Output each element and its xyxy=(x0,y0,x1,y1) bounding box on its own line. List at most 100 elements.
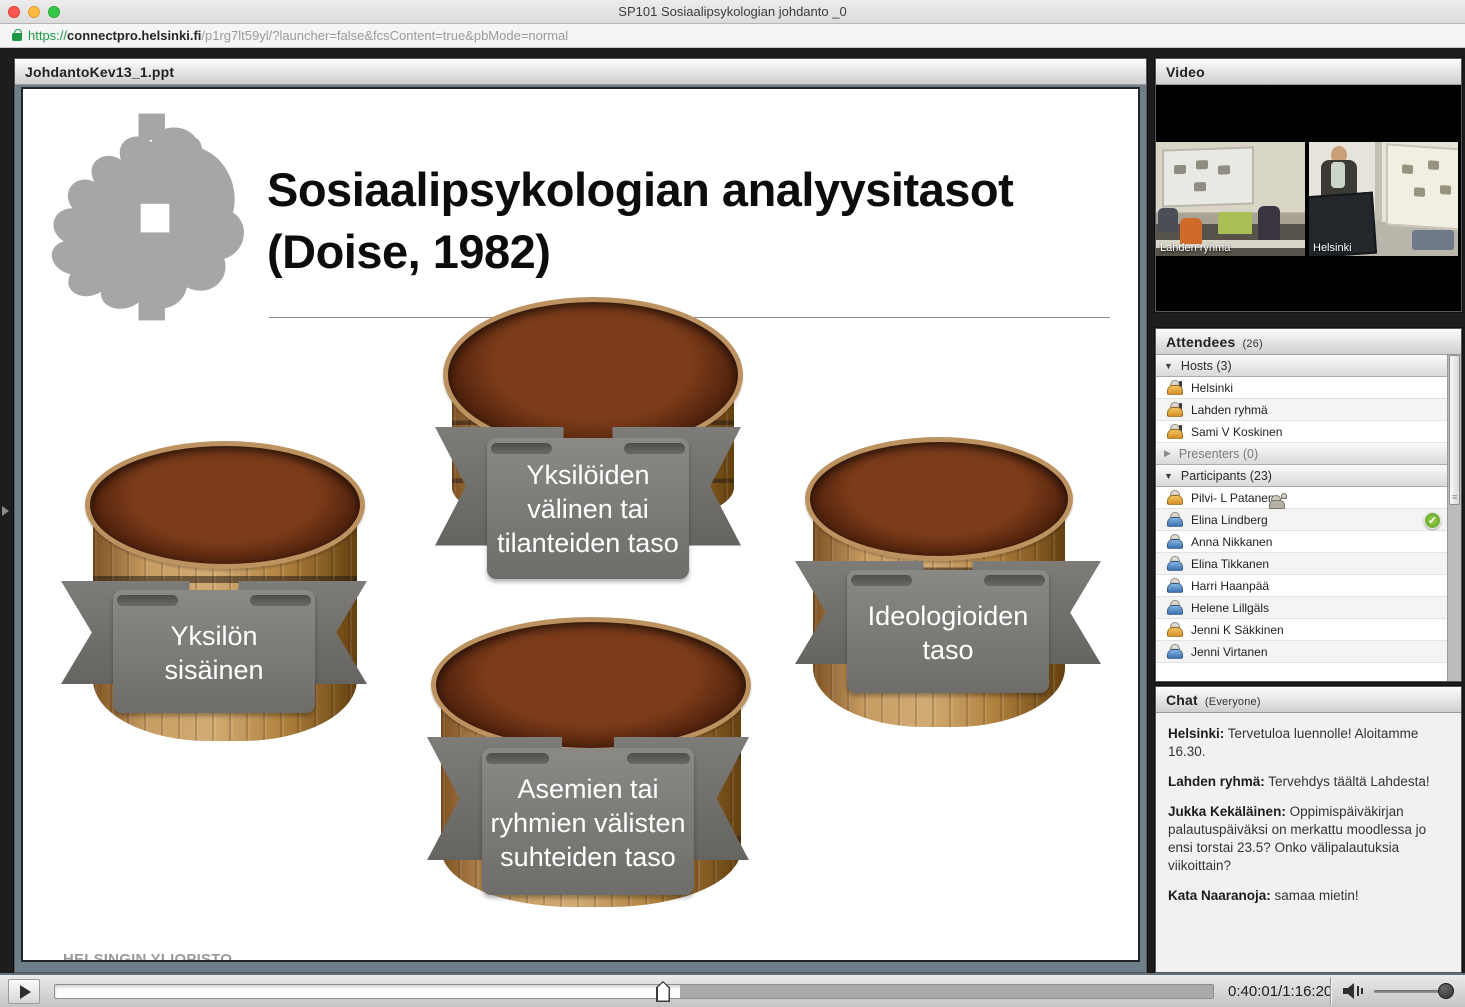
ribbon-label: Ideologioiden taso xyxy=(847,570,1049,693)
attendees-pod-title: Attendees xyxy=(1166,334,1235,350)
green-cabinet xyxy=(1218,212,1252,234)
video-feed-label: Lahden ryhmä xyxy=(1160,242,1230,254)
chat-sender: Helsinki: xyxy=(1168,726,1224,741)
zoom-window-button[interactable] xyxy=(48,6,60,18)
student xyxy=(1258,206,1280,240)
chevron-down-icon: ▼ xyxy=(1164,361,1173,371)
agree-check-icon xyxy=(1424,512,1441,529)
hand-raised-icon xyxy=(1269,493,1289,509)
attendee-row[interactable]: Sami V Koskinen xyxy=(1156,421,1447,443)
url-path: /p1rg7lt59yl/?launcher=false&fcsContent=… xyxy=(201,28,568,43)
play-button[interactable] xyxy=(8,979,40,1004)
share-pod: JohdantoKev13_1.ppt Sosiaalipsykologian … xyxy=(14,58,1147,973)
video-feed-label: Helsinki xyxy=(1313,242,1352,254)
participant-icon xyxy=(1166,490,1182,505)
student xyxy=(1158,208,1178,232)
projector-screen xyxy=(1386,143,1458,230)
ssl-lock-icon[interactable] xyxy=(12,33,22,41)
presentation-slide: Sosiaalipsykologian analyysitasot (Doise… xyxy=(23,89,1138,960)
attendee-row[interactable]: Pilvi- L Patanen xyxy=(1156,487,1447,509)
chat-pod-header[interactable]: Chat (Everyone) xyxy=(1156,687,1461,713)
video-feed-lahti: Lahden ryhmä xyxy=(1156,142,1305,256)
address-bar[interactable]: https://connectpro.helsinki.fi/p1rg7lt59… xyxy=(0,24,1465,48)
door-frame xyxy=(1375,142,1382,222)
attendees-count: (26) xyxy=(1242,338,1262,350)
chat-pod-title: Chat xyxy=(1166,692,1198,708)
participant-icon xyxy=(1166,556,1182,571)
chat-scope: (Everyone) xyxy=(1205,696,1261,708)
attendees-scrollbar[interactable] xyxy=(1447,355,1461,681)
projector xyxy=(1412,230,1454,250)
attendee-row[interactable]: Elina Lindberg xyxy=(1156,509,1447,531)
video-feed-helsinki: Helsinki xyxy=(1309,142,1458,256)
attendee-row[interactable]: Lahden ryhmä xyxy=(1156,399,1447,421)
chat-sender: Jukka Kekäläinen: xyxy=(1168,804,1286,819)
share-pod-header[interactable]: JohdantoKev13_1.ppt xyxy=(15,59,1146,85)
chat-sender: Kata Naaranoja: xyxy=(1168,888,1271,903)
attendees-pod: Attendees (26) ▼ Hosts (3) Helsinki Lahd xyxy=(1155,328,1462,682)
attendee-row[interactable]: Helsinki xyxy=(1156,377,1447,399)
university-footer-text: HELSINGIN YLIOPISTO HELSINGFORS UNIVERSI… xyxy=(63,951,279,960)
controlbar-divider xyxy=(1330,977,1331,1005)
url-scheme: https:// xyxy=(28,28,67,43)
ribbon-label: Asemien tai ryhmien välisten suhteiden t… xyxy=(482,748,695,895)
attendee-row[interactable]: Harri Haanpää xyxy=(1156,575,1447,597)
video-pod-header[interactable]: Video xyxy=(1156,59,1461,85)
attendee-row[interactable]: Anna Nikkanen xyxy=(1156,531,1447,553)
host-icon xyxy=(1166,424,1182,439)
attendees-list: ▼ Hosts (3) Helsinki Lahden ryhmä Sami V… xyxy=(1156,355,1461,681)
attendee-row[interactable]: Helene Lillgäls xyxy=(1156,597,1447,619)
video-pod-body: Lahden ryhmä Helsinki xyxy=(1156,85,1461,311)
window-title: SP101 Sosiaalipsykologian johdanto _0 xyxy=(0,4,1465,19)
ribbon-bottom-center: Asemien tai ryhmien välisten suhteiden t… xyxy=(427,737,749,895)
ribbon-left: Yksilön sisäinen xyxy=(61,581,367,713)
close-window-button[interactable] xyxy=(8,6,20,18)
ribbon-label: Yksilön sisäinen xyxy=(113,590,315,713)
participant-icon xyxy=(1166,512,1182,527)
group-header-participants[interactable]: ▼ Participants (23) xyxy=(1156,465,1447,487)
host-icon xyxy=(1166,402,1182,417)
attendee-row[interactable]: Jenni K Säkkinen xyxy=(1156,619,1447,641)
university-flame-logo-icon xyxy=(37,107,262,327)
playback-controlbar: 0:40:01/1:16:20 xyxy=(0,973,1465,1007)
ribbon-right: Ideologioiden taso xyxy=(795,561,1101,693)
volume-slider[interactable] xyxy=(1374,990,1452,993)
seek-thumb[interactable] xyxy=(656,981,670,1002)
seek-bar[interactable] xyxy=(54,984,1214,999)
chat-message: Kata Naaranoja: samaa mietin! xyxy=(1168,887,1449,905)
participant-icon xyxy=(1166,578,1182,593)
share-pod-body: Sosiaalipsykologian analyysitasot (Doise… xyxy=(15,85,1146,972)
app-window: SP101 Sosiaalipsykologian johdanto _0 ht… xyxy=(0,0,1465,1007)
chevron-down-icon: ▼ xyxy=(1164,471,1173,481)
student xyxy=(1180,218,1202,244)
scrollbar-thumb[interactable] xyxy=(1449,355,1460,505)
lecturer-scarf xyxy=(1331,162,1345,188)
minimize-window-button[interactable] xyxy=(28,6,40,18)
projector-screen xyxy=(1162,146,1254,207)
sidebar-expander-arrow-icon[interactable] xyxy=(2,506,9,516)
chat-messages: Helsinki: Tervetuloa luennolle! Aloitamm… xyxy=(1156,713,1461,972)
meeting-stage: JohdantoKev13_1.ppt Sosiaalipsykologian … xyxy=(0,48,1465,973)
chat-pod: Chat (Everyone) Helsinki: Tervetuloa lue… xyxy=(1155,686,1462,973)
attendee-row[interactable]: Elina Tikkanen xyxy=(1156,553,1447,575)
group-header-presenters[interactable]: ▶ Presenters (0) xyxy=(1156,443,1447,465)
seek-remaining xyxy=(680,985,1213,998)
volume-knob[interactable] xyxy=(1438,983,1454,999)
window-controls xyxy=(8,6,60,18)
chevron-right-icon: ▶ xyxy=(1164,448,1171,459)
playback-time: 0:40:01/1:16:20 xyxy=(1228,983,1332,1000)
attendees-pod-header[interactable]: Attendees (26) xyxy=(1156,329,1461,355)
chat-message: Lahden ryhmä: Tervehdys täältä Lahdesta! xyxy=(1168,773,1449,791)
participant-icon xyxy=(1166,622,1182,637)
chat-text: samaa mietin! xyxy=(1271,888,1359,903)
play-icon xyxy=(20,985,31,999)
participant-icon xyxy=(1166,534,1182,549)
attendee-row[interactable]: Jenni Virtanen xyxy=(1156,641,1447,663)
video-pod: Video Lahden ryhmä xyxy=(1155,58,1462,312)
host-icon xyxy=(1166,380,1182,395)
chat-message: Jukka Kekäläinen: Oppimispäiväkirjan pal… xyxy=(1168,803,1449,875)
browser-titlebar: SP101 Sosiaalipsykologian johdanto _0 xyxy=(0,0,1465,24)
speaker-icon[interactable] xyxy=(1342,982,1364,1000)
group-header-hosts[interactable]: ▼ Hosts (3) xyxy=(1156,355,1447,377)
share-pod-title: JohdantoKev13_1.ppt xyxy=(25,64,174,80)
